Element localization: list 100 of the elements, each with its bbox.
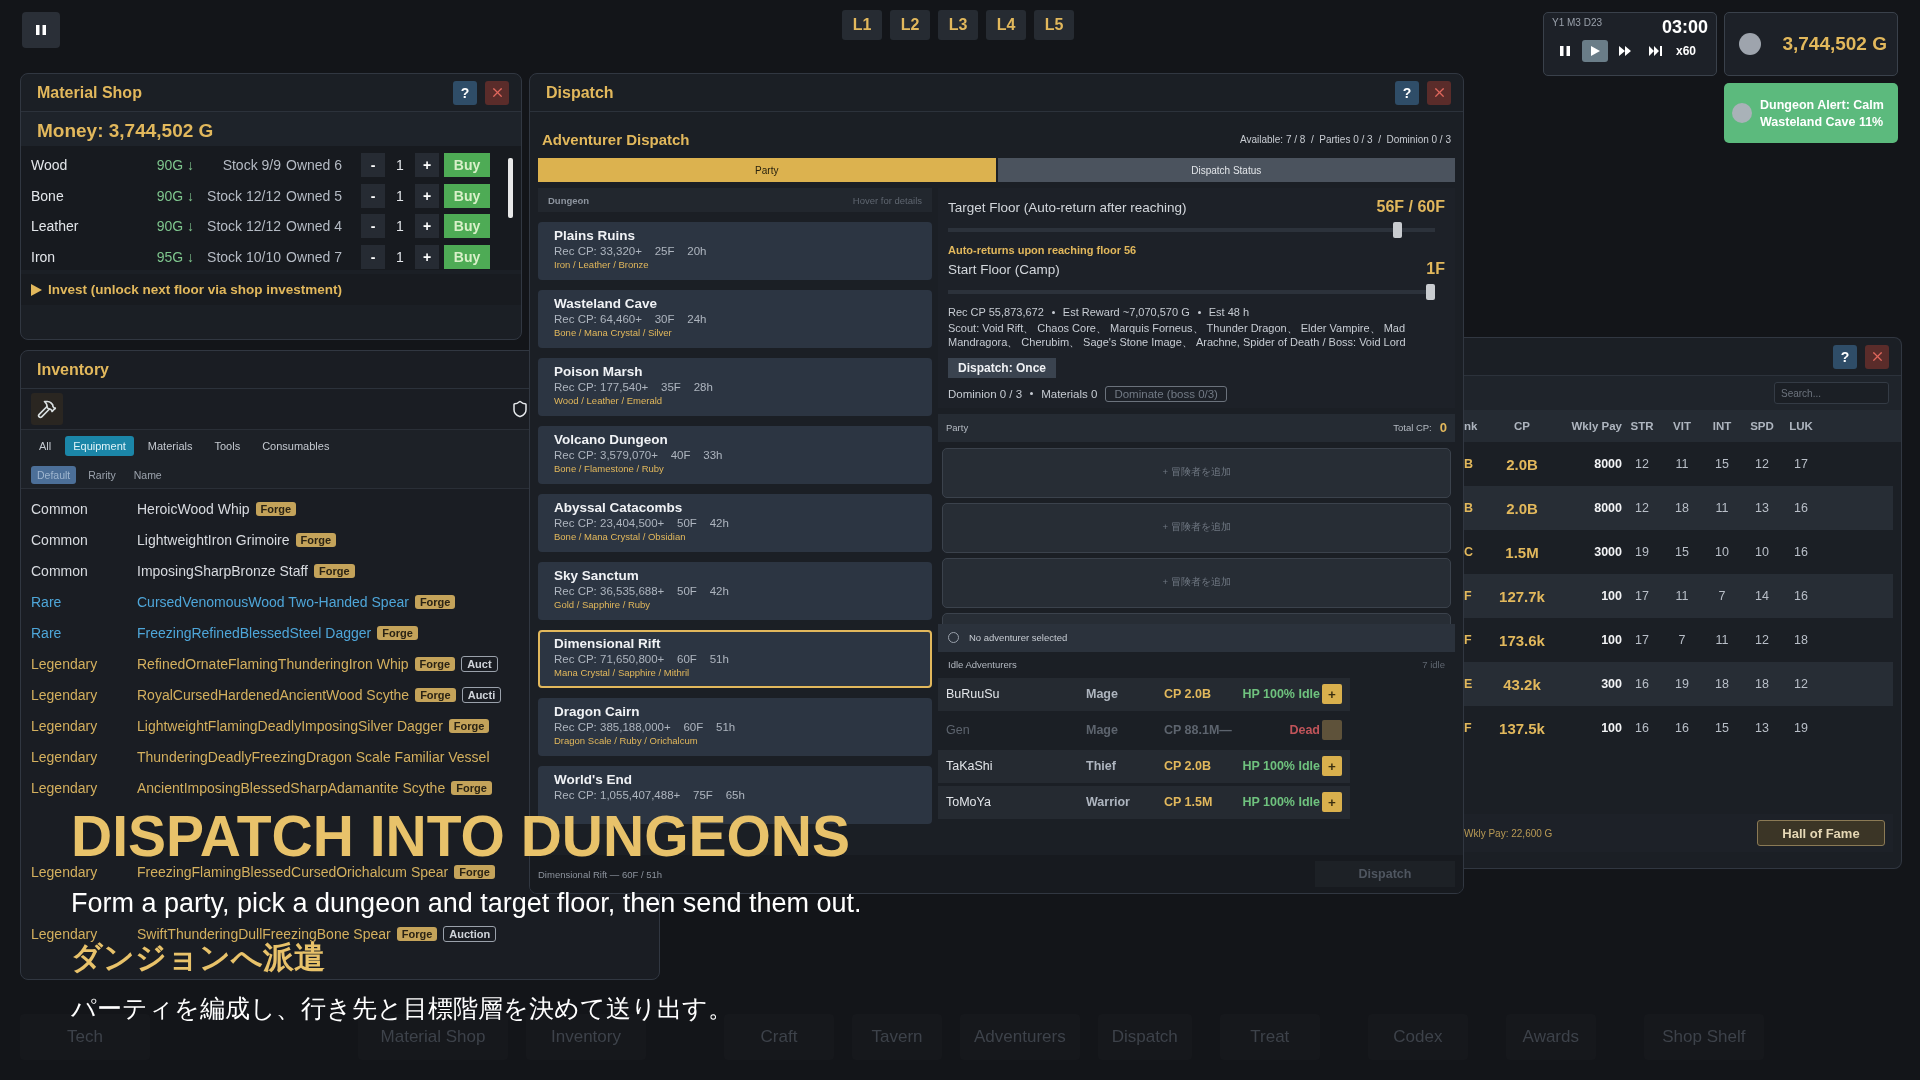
table-cell-text: 2.0B [1505, 455, 1539, 473]
dungeon-card[interactable]: Wasteland Cave Rec CP: 64,460+ 30F 24h Bone / Mana Crystal / Silver [538, 290, 932, 348]
table-cell-text: 100 [1600, 589, 1622, 603]
dungeon-info: Rec CP: 23,404,500+ 50F 42h [554, 517, 730, 529]
material-name: Iron [31, 249, 57, 266]
add-button[interactable]: + [1322, 792, 1342, 812]
increase-button[interactable]: + [415, 183, 439, 208]
category-tab[interactable]: Consumables [254, 436, 338, 456]
forge-tag[interactable]: Forge [414, 656, 456, 671]
auction-tag[interactable]: Auct [461, 655, 498, 672]
increase-button[interactable]: + [415, 245, 439, 270]
table-cell-text: B [1464, 501, 1475, 515]
slider-thumb[interactable] [1426, 284, 1435, 300]
total-cp-label: Total CP: [1393, 422, 1432, 433]
close-button[interactable] [485, 80, 509, 105]
fast-forward-icon [1618, 45, 1632, 57]
forge-tag[interactable]: Forge [295, 532, 337, 547]
forge-tag[interactable]: Forge [415, 687, 456, 702]
help-button[interactable]: ? [453, 80, 477, 105]
pause-icon [1559, 45, 1571, 57]
help-button[interactable]: ? [1833, 344, 1857, 369]
adventurer-row[interactable]: TaKaShi Thief CP 2.0B HP 100% Idle + [938, 749, 1350, 783]
sort-tab[interactable]: Rarity [82, 466, 122, 484]
forge-tag[interactable]: Forge [454, 864, 495, 879]
dungeon-name: Poison Marsh [554, 364, 644, 379]
decrease-button[interactable]: - [361, 245, 385, 270]
category-tab[interactable]: Equipment [65, 436, 134, 456]
rarity-label: Legendary [31, 686, 99, 703]
close-button[interactable] [1865, 344, 1889, 369]
adventurer-row[interactable]: ToMoYa Warrior CP 1.5M HP 100% Idle + [938, 785, 1350, 819]
forge-tag[interactable]: Forge [377, 625, 418, 640]
floor-tab[interactable]: L4 [986, 10, 1026, 40]
forge-tag[interactable]: Forge [396, 926, 438, 941]
forge-tag[interactable]: Forge [255, 501, 297, 516]
stock-label: Stock 10/10 [206, 249, 281, 266]
auction-tag[interactable]: Auction [443, 925, 497, 942]
floor-tab[interactable]: L3 [938, 10, 978, 40]
category-tab[interactable]: Tools [206, 436, 249, 456]
forge-tag[interactable]: Forge [448, 718, 490, 733]
dispatch-mode-button[interactable]: Dispatch: Once [948, 357, 1057, 378]
floor-tab[interactable]: L2 [890, 10, 930, 40]
forge-tag[interactable]: Forge [451, 780, 492, 795]
add-button[interactable]: + [1322, 756, 1342, 776]
table-cell-text: 18 [1754, 677, 1770, 691]
category-tab[interactable]: Materials [139, 436, 201, 456]
dungeon-name: Sky Sanctum [554, 568, 640, 583]
dungeon-card[interactable]: Abyssal Catacombs Rec CP: 23,404,500+ 50F 42h Bone / Mana Crystal / Obsidian [538, 494, 932, 552]
item-name: AncientImposingBlessedSharpAdamantite Scythe [137, 779, 446, 796]
table-cell-text: 18 [1714, 677, 1730, 691]
add-button[interactable]: + [1322, 684, 1342, 704]
increase-button[interactable]: + [415, 152, 439, 177]
dungeon-card[interactable]: Sky Sanctum Rec CP: 36,535,688+ 50F 42h Gold / Sapphire / Ruby [538, 562, 932, 620]
tool-slot[interactable] [31, 393, 63, 425]
dungeon-card[interactable]: Dragon Cairn Rec CP: 385,188,000+ 60F 51h Dragon Scale / Ruby / Orichalcum [538, 698, 932, 756]
column-header: VIT [1672, 420, 1692, 432]
selection-label: No adventurer selected [969, 632, 1068, 643]
auction-tag[interactable]: Aucti [461, 686, 502, 703]
dungeon-card[interactable]: Plains Ruins Rec CP: 33,320+ 25F 20h Iron / Leather / Bronze [538, 222, 932, 280]
slider-thumb[interactable] [1392, 222, 1402, 238]
table-cell-text: 100 [1600, 721, 1622, 735]
pause-button[interactable] [22, 12, 60, 48]
dungeon-card[interactable]: Poison Marsh Rec CP: 177,540+ 35F 28h Wood / Leather / Emerald [538, 358, 932, 416]
adventurer-class: Thief [1086, 759, 1117, 773]
dispatch-tab[interactable]: Dispatch Status [997, 158, 1455, 182]
table-cell-text: F [1464, 589, 1473, 603]
table-cell-text: 18 [1674, 501, 1690, 515]
category-tab[interactable]: All [31, 436, 60, 456]
dungeon-info: Rec CP: 33,320+ 25F 20h [554, 245, 708, 257]
sort-tab[interactable]: Name [127, 466, 168, 484]
close-button[interactable] [1427, 80, 1451, 105]
forge-tag[interactable]: Forge [414, 594, 456, 609]
help-button[interactable]: ? [1395, 80, 1419, 105]
increase-button[interactable]: + [415, 214, 439, 239]
dispatch-tab[interactable]: Party [538, 158, 996, 182]
table-cell-text: 100 [1600, 633, 1622, 647]
hall-of-fame-button[interactable]: Hall of Fame [1757, 820, 1885, 846]
dungeon-materials: Dragon Scale / Ruby / Orichalcum [554, 735, 699, 746]
decrease-button[interactable]: - [361, 214, 385, 239]
table-cell-text: 11 [1714, 501, 1730, 515]
date-label: Y1 M3 D23 [1552, 17, 1603, 28]
separator-dot [1051, 310, 1055, 314]
item-name: HeroicWood Whip [137, 500, 250, 517]
adventurer-row[interactable]: BuRuuSu Mage CP 2.0B HP 100% Idle + [938, 677, 1350, 711]
item-name: ImposingSharpBronze Staff [137, 562, 308, 579]
forge-tag[interactable]: Forge [313, 563, 355, 578]
dungeon-card[interactable]: Dimensional Rift Rec CP: 71,650,800+ 60F 51h Mana Crystal / Sapphire / Mithril [538, 630, 932, 688]
shield-icon[interactable] [511, 400, 529, 418]
invest-toggle[interactable]: Invest (unlock next floor via shop investment) [21, 274, 521, 305]
search-field[interactable]: Search... [1774, 382, 1889, 404]
table-cell-text: 10 [1754, 545, 1770, 559]
decrease-button[interactable]: - [361, 152, 385, 177]
decrease-button[interactable]: - [361, 183, 385, 208]
dungeon-card[interactable]: Volcano Dungeon Rec CP: 3,579,070+ 40F 33h Bone / Flamestone / Ruby [538, 426, 932, 484]
target-floor-label: Target Floor (Auto-return after reaching) [948, 199, 1187, 215]
table-cell-text: 3000 [1593, 545, 1622, 559]
idle-count: 7 idle [1422, 659, 1445, 670]
floor-tab[interactable]: L5 [1034, 10, 1074, 40]
floor-tab[interactable]: L1 [842, 10, 882, 40]
dungeon-info: Rec CP: 64,460+ 30F 24h [554, 313, 708, 325]
pay-total: Wkly Pay: 22,600 G [1464, 827, 1553, 839]
